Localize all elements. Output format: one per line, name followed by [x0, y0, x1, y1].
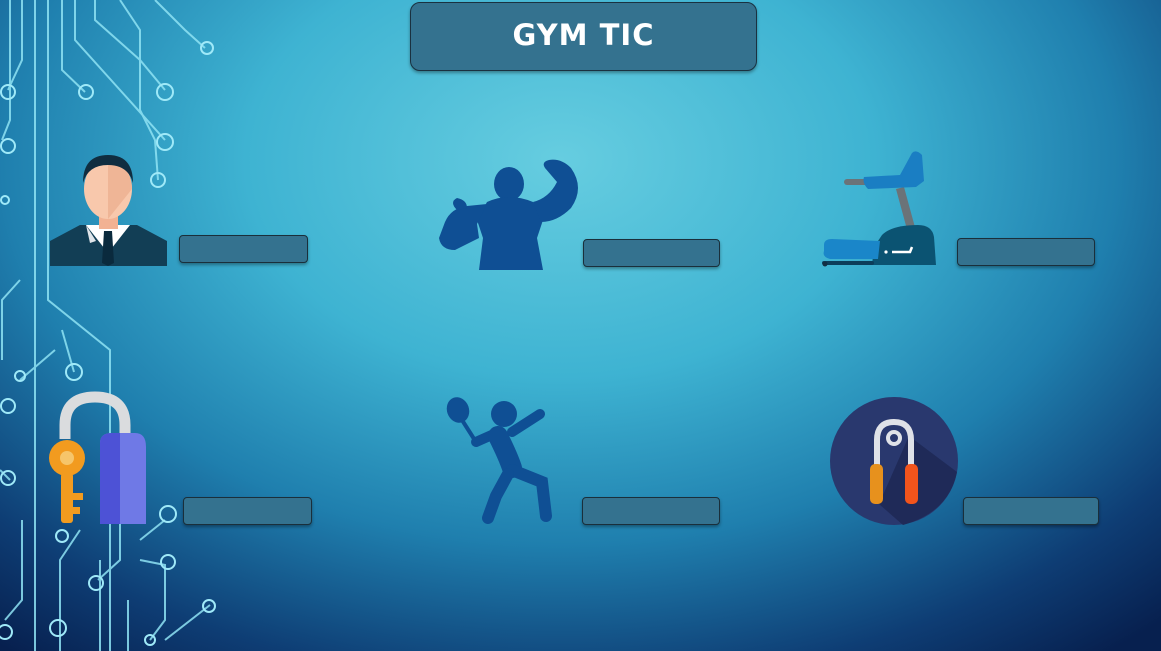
circuit-decoration — [0, 0, 216, 651]
answer-slot-businessman[interactable] — [179, 235, 308, 263]
answer-slot-treadmill[interactable] — [957, 238, 1095, 266]
tennis-player-icon — [446, 397, 552, 524]
title-banner: GYM TIC — [410, 2, 757, 71]
businessman-icon — [50, 155, 167, 266]
answer-slot-padlock[interactable] — [183, 497, 312, 525]
answer-slot-tennis[interactable] — [582, 497, 720, 525]
page-title: GYM TIC — [512, 17, 655, 52]
hand-gripper-icon — [830, 397, 958, 525]
answer-slot-bodybuilder[interactable] — [583, 239, 720, 267]
bodybuilder-icon — [439, 159, 578, 270]
answer-slot-gripper[interactable] — [963, 497, 1099, 525]
treadmill-icon — [822, 151, 936, 267]
padlock-key-icon — [49, 391, 146, 524]
